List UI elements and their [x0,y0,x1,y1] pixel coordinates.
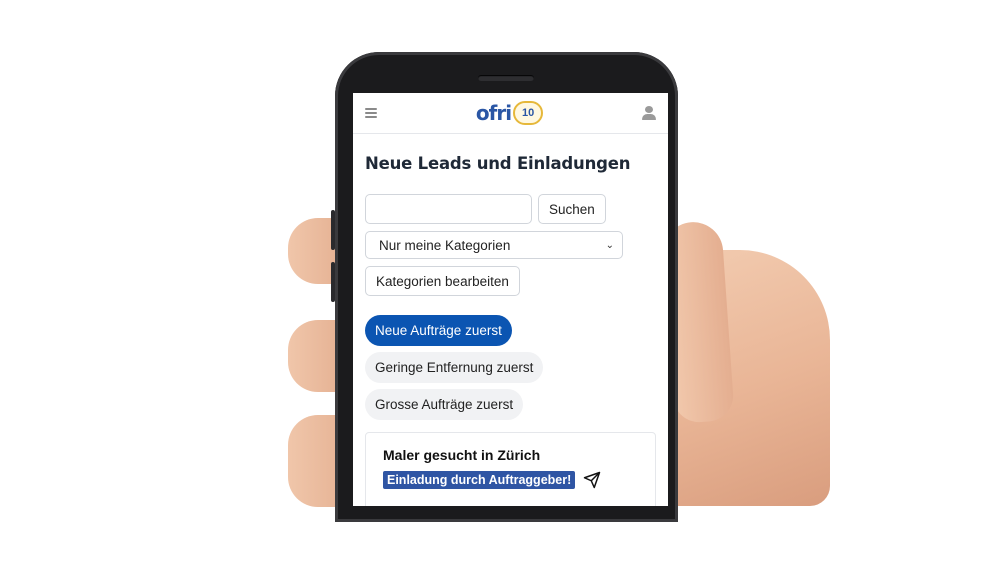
search-button[interactable]: Suchen [538,194,606,224]
category-filter-value: Nur meine Kategorien [379,237,511,253]
sort-size-button[interactable]: Grosse Aufträge zuerst [365,389,524,420]
lead-title: Maler gesucht in Zürich [383,447,541,463]
paper-plane-icon [584,471,601,489]
main-content: Neue Leads und Einladungen Suchen Nur me… [353,154,668,506]
phone-volume-button [331,210,335,250]
chevron-down-icon: ⌄ [605,239,614,251]
phone-volume-button [331,262,335,302]
lead-card[interactable]: Maler gesucht in Zürich Einladung durch … [365,432,656,506]
phone-screen: ofri 10 Neue Leads und Einladungen Suche… [353,93,668,506]
edit-categories-button[interactable]: Kategorien bearbeiten [365,266,520,296]
sort-newest-button[interactable]: Neue Aufträge zuerst [365,315,512,346]
hamburger-icon[interactable] [365,108,377,118]
search-row: Suchen [365,194,656,224]
anniversary-badge: 10 [513,101,544,125]
phone-speaker [478,75,534,81]
search-input[interactable] [365,194,532,224]
page-title: Neue Leads und Einladungen [365,154,631,173]
sort-distance-button[interactable]: Geringe Entfernung zuerst [365,352,544,383]
category-filter-select[interactable]: Nur meine Kategorien ⌄ [365,231,623,259]
invitation-badge: Einladung durch Auftraggeber! [383,471,576,489]
app-header: ofri 10 [353,93,668,134]
logo-text: ofri [475,101,512,125]
lead-badge-row: Einladung durch Auftraggeber! [383,471,638,489]
sort-options: Neue Aufträge zuerst Geringe Entfernung … [365,315,656,420]
ofri-logo[interactable]: ofri 10 [475,101,544,125]
user-icon[interactable] [641,106,656,120]
